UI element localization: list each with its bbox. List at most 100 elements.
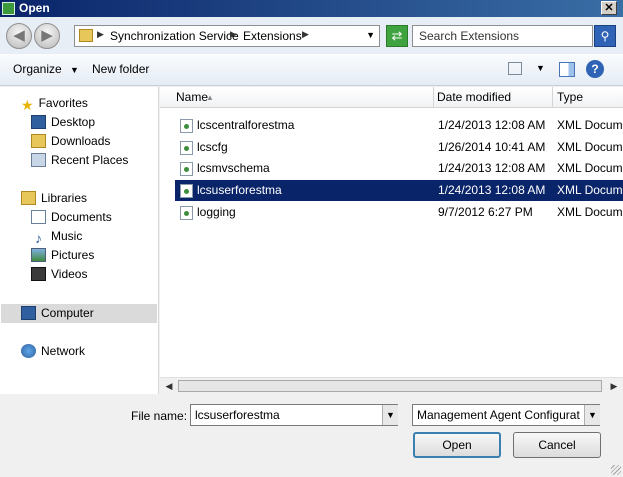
file-type: XML Docume (557, 205, 623, 219)
xml-file-icon (180, 206, 193, 220)
column-divider[interactable] (552, 87, 553, 108)
downloads-folder-icon (31, 134, 46, 148)
change-view-icon[interactable] (508, 62, 522, 75)
nav-label: Music (51, 229, 83, 243)
cancel-button[interactable]: Cancel (513, 432, 601, 458)
back-button[interactable]: ◀ (6, 23, 32, 49)
dialog-footer: File name: lcsuserforestma ▼ Management … (0, 394, 623, 477)
file-date: 1/24/2013 12:08 AM (438, 118, 546, 132)
nav-label: Libraries (41, 191, 88, 205)
close-icon[interactable]: ✕ (601, 1, 617, 15)
chevron-down-icon: ▼ (70, 65, 79, 75)
breadcrumb-separator-icon[interactable]: ▶ (230, 29, 237, 40)
nav-label: Pictures (51, 248, 95, 262)
file-name: lcsmvschema (197, 161, 270, 175)
window-title: Open (19, 1, 50, 15)
pictures-icon (31, 248, 46, 262)
help-icon[interactable]: ? (586, 60, 604, 78)
preview-pane-icon[interactable] (559, 62, 575, 77)
nav-label: Documents (51, 210, 112, 224)
xml-file-icon (180, 184, 193, 198)
file-date: 1/24/2013 12:08 AM (438, 183, 546, 197)
file-name-label: File name: (131, 409, 188, 423)
computer-icon (21, 306, 36, 320)
videos-icon (31, 267, 46, 281)
network-icon (21, 344, 36, 358)
file-name-dropdown-icon[interactable]: ▼ (382, 405, 398, 425)
file-row[interactable]: lcscentralforestma 1/24/2013 12:08 AM XM… (175, 115, 623, 136)
nav-videos[interactable]: Videos (31, 265, 87, 283)
nav-label: Network (41, 344, 86, 358)
nav-recent-places[interactable]: Recent Places (31, 151, 128, 169)
file-type-select[interactable]: Management Agent Configurat (412, 404, 600, 426)
star-icon: ★ (21, 97, 34, 113)
column-header-date-modified[interactable]: Date modified (437, 90, 511, 104)
nav-label: Favorites (38, 96, 88, 110)
column-header-name[interactable]: Name (176, 90, 208, 104)
breadcrumb-item[interactable]: Synchronization Service (110, 29, 239, 43)
file-name: lcscentralforestma (197, 118, 295, 132)
view-options-dropdown-icon[interactable]: ▼ (536, 63, 545, 73)
nav-label: Recent Places (51, 153, 129, 167)
nav-label: Computer (41, 306, 94, 320)
app-icon (2, 2, 15, 15)
nav-music[interactable]: ♪ Music (31, 227, 83, 246)
file-date: 9/7/2012 6:27 PM (438, 205, 533, 219)
column-header-type[interactable]: Type (557, 90, 583, 104)
breadcrumb-separator-icon[interactable]: ▶ (97, 29, 104, 40)
file-row-selected[interactable]: lcsuserforestma 1/24/2013 12:08 AM XML D… (175, 180, 623, 201)
resize-grip[interactable] (611, 465, 621, 475)
search-input[interactable]: Search Extensions (412, 25, 593, 47)
organize-button[interactable]: Organize ▼ (13, 62, 79, 76)
column-divider[interactable] (433, 87, 434, 108)
file-type: XML Docume (557, 183, 623, 197)
recent-places-icon (31, 153, 46, 167)
nav-pictures[interactable]: Pictures (31, 246, 94, 264)
scroll-thumb[interactable] (178, 380, 602, 392)
search-icon[interactable]: ⚲ (594, 25, 616, 47)
file-row[interactable]: lcscfg 1/26/2014 10:41 AM XML Docume (175, 137, 623, 158)
xml-file-icon (180, 162, 193, 176)
nav-downloads[interactable]: Downloads (31, 132, 110, 150)
music-icon: ♪ (35, 230, 42, 246)
forward-button[interactable]: ▶ (34, 23, 60, 49)
nav-libraries[interactable]: Libraries (21, 189, 87, 207)
file-type-dropdown-icon[interactable]: ▼ (584, 405, 600, 425)
command-toolbar: Organize ▼ New folder ▼ ? (0, 54, 623, 86)
address-history-dropdown-icon[interactable]: ▼ (366, 30, 375, 40)
libraries-icon (21, 191, 36, 205)
desktop-icon (31, 115, 46, 129)
nav-label: Downloads (51, 134, 111, 148)
file-row[interactable]: logging 9/7/2012 6:27 PM XML Docume (175, 202, 623, 223)
nav-favorites[interactable]: ★ Favorites (21, 94, 88, 113)
nav-label: Desktop (51, 115, 96, 129)
new-folder-button[interactable]: New folder (92, 62, 149, 76)
xml-file-icon (180, 119, 193, 133)
file-list-pane: Name ▲ Date modified Type lcscentralfore… (160, 87, 623, 394)
nav-desktop[interactable]: Desktop (31, 113, 95, 131)
breadcrumb-separator-icon[interactable]: ▶ (302, 29, 309, 40)
documents-icon (31, 210, 46, 224)
organize-label: Organize (13, 62, 62, 76)
file-row[interactable]: lcsmvschema 1/24/2013 12:08 AM XML Docum… (175, 158, 623, 179)
file-type: XML Docume (557, 140, 623, 154)
horizontal-scrollbar[interactable]: ◀ ▶ (160, 377, 623, 394)
nav-computer[interactable]: Computer (21, 304, 94, 322)
scroll-left-icon[interactable]: ◀ (161, 379, 177, 394)
scroll-right-icon[interactable]: ▶ (606, 379, 622, 394)
navigation-pane: ★ Favorites Desktop Downloads Recent Plac… (0, 87, 159, 394)
navigation-bar: ◀ ▶ ▶ Synchronization Service ▶ Extensio… (0, 17, 623, 54)
open-button[interactable]: Open (413, 432, 501, 458)
address-bar[interactable]: ▶ Synchronization Service ▶ Extensions ▶… (74, 25, 380, 47)
nav-network[interactable]: Network (21, 342, 85, 360)
folder-icon (79, 29, 93, 42)
file-date: 1/26/2014 10:41 AM (438, 140, 546, 154)
nav-documents[interactable]: Documents (31, 208, 112, 226)
refresh-button[interactable]: ⇄ (386, 25, 408, 47)
file-date: 1/24/2013 12:08 AM (438, 161, 546, 175)
file-name-input[interactable]: lcsuserforestma (190, 404, 398, 426)
file-name: logging (197, 205, 236, 219)
breadcrumb-item[interactable]: Extensions (243, 29, 302, 43)
sort-ascending-icon: ▲ (206, 93, 214, 102)
column-header-row: Name ▲ Date modified Type (160, 87, 623, 108)
